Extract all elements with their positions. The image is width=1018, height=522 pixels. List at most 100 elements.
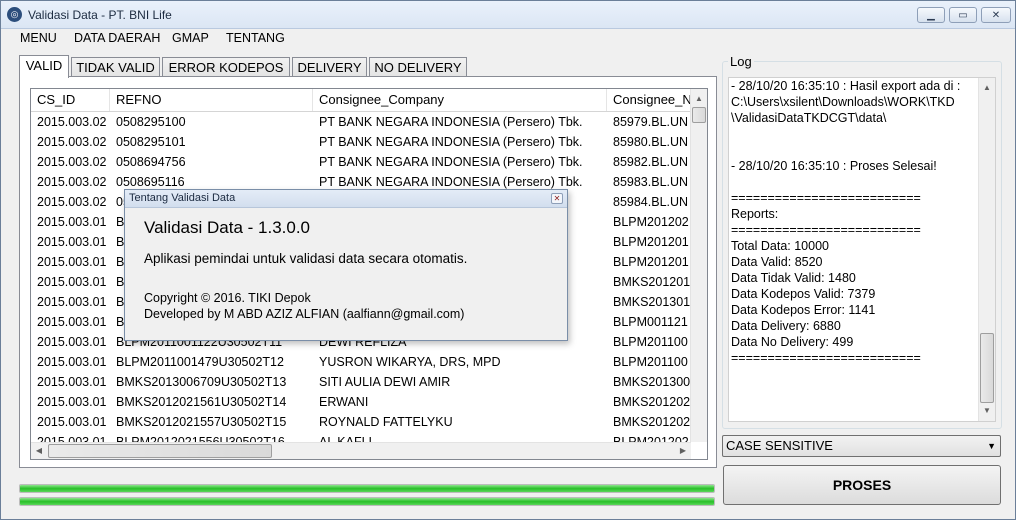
table-cell[interactable]: ROYNALD FATTELYKU	[313, 412, 607, 432]
table-cell[interactable]: PT BANK NEGARA INDONESIA (Persero) Tbk.	[313, 132, 607, 152]
table-cell[interactable]: AL KAFLI	[313, 432, 607, 442]
table-cell[interactable]: BLPM201100	[607, 352, 691, 372]
app-icon[interactable]: ◎	[7, 7, 22, 22]
table-cell[interactable]: 85979.BL.UN	[607, 112, 691, 132]
table-cell[interactable]: 85982.BL.UN	[607, 152, 691, 172]
table-cell[interactable]: YUSRON WIKARYA, DRS, MPD	[313, 352, 607, 372]
table-cell[interactable]: BMKS2012021561U30502T14	[110, 392, 313, 412]
table-cell[interactable]: BMKS201300	[607, 372, 691, 392]
table-cell[interactable]: BMKS201202	[607, 392, 691, 412]
table-cell[interactable]: BMKS2013006709U30502T13	[110, 372, 313, 392]
scroll-thumb[interactable]	[48, 444, 272, 458]
table-cell[interactable]: 85984.BL.UN	[607, 192, 691, 212]
table-cell[interactable]: 2015.003.01	[31, 332, 110, 352]
table-cell[interactable]: BLPM201202	[607, 212, 691, 232]
tab-tidak-valid[interactable]: TIDAK VALID	[71, 57, 160, 77]
scroll-up-icon[interactable]: ▲	[691, 91, 707, 107]
table-cell[interactable]: PT BANK NEGARA INDONESIA (Persero) Tbk.	[313, 152, 607, 172]
table-cell[interactable]: BLPM201201	[607, 232, 691, 252]
log-line: ==========================	[731, 223, 921, 237]
table-row[interactable]: 2015.003.02 0508295101 PT BANK NEGARA INDO…	[31, 132, 691, 152]
case-sensitive-select[interactable]: CASE SENSITIVE ▼	[722, 435, 1001, 457]
scroll-down-icon[interactable]: ▼	[979, 403, 995, 419]
table-cell[interactable]: BLPM2012021556U30502T16	[110, 432, 313, 442]
table-cell[interactable]: 2015.003.02	[31, 152, 110, 172]
table-cell[interactable]: ERWANI	[313, 392, 607, 412]
table-cell[interactable]: SITI AULIA DEWI AMIR	[313, 372, 607, 392]
table-cell[interactable]: BLPM2011001479U30502T12	[110, 352, 313, 372]
table-cell[interactable]: PT BANK NEGARA INDONESIA (Persero) Tbk.	[313, 112, 607, 132]
table-cell[interactable]: 2015.003.02	[31, 112, 110, 132]
table-row[interactable]: 2015.003.01 BMKS2012021561U30502T14 ERWANI…	[31, 392, 691, 412]
menu-gmap[interactable]: GMAP	[172, 31, 209, 45]
table-cell[interactable]: 2015.003.01	[31, 292, 110, 312]
column-header[interactable]: Consignee_N	[607, 89, 691, 111]
table-cell[interactable]: 2015.003.01	[31, 232, 110, 252]
tab-no-delivery[interactable]: NO DELIVERY	[369, 57, 467, 77]
table-cell[interactable]: 2015.003.01	[31, 312, 110, 332]
scroll-thumb[interactable]	[692, 107, 706, 123]
table-cell[interactable]: 0508295101	[110, 132, 313, 152]
menu-menu[interactable]: MENU	[20, 31, 57, 45]
maximize-icon[interactable]: ▭	[949, 7, 977, 23]
table-cell[interactable]: BLPM201202	[607, 432, 691, 442]
table-row[interactable]: 2015.003.02 0508694756 PT BANK NEGARA INDO…	[31, 152, 691, 172]
table-row[interactable]: 2015.003.01 BLPM2011001479U30502T12 YUSRON…	[31, 352, 691, 372]
log-vertical-scrollbar[interactable]: ▲ ▼	[978, 78, 995, 421]
table-row[interactable]: 2015.003.02 0508295100 PT BANK NEGARA INDO…	[31, 112, 691, 132]
close-icon[interactable]: ✕	[551, 193, 563, 204]
scroll-left-icon[interactable]: ◀	[31, 443, 47, 459]
table-cell[interactable]: 2015.003.02	[31, 192, 110, 212]
dropdown-arrow-icon[interactable]: ▼	[987, 436, 996, 456]
close-icon[interactable]: ✕	[981, 7, 1011, 23]
scroll-thumb[interactable]	[980, 333, 994, 403]
column-header[interactable]: REFNO	[110, 89, 313, 111]
title-bar[interactable]: ◎ Validasi Data - PT. BNI Life ▁ ▭ ✕	[1, 1, 1015, 29]
menu-data-daerah[interactable]: DATA DAERAH	[74, 31, 160, 45]
tab-delivery[interactable]: DELIVERY	[292, 57, 367, 77]
grid-horizontal-scrollbar[interactable]: ◀ ▶	[31, 442, 691, 459]
column-header[interactable]: Consignee_Company	[313, 89, 607, 111]
table-row[interactable]: 2015.003.01 BMKS2013006709U30502T13 SITI A…	[31, 372, 691, 392]
table-cell[interactable]: BLPM201100	[607, 332, 691, 352]
grid-vertical-scrollbar[interactable]: ▲	[690, 89, 707, 442]
table-cell[interactable]: 85983.BL.UN	[607, 172, 691, 192]
table-cell[interactable]: BMKS201202	[607, 412, 691, 432]
proses-button[interactable]: PROSES	[723, 465, 1001, 505]
table-cell[interactable]: 2015.003.01	[31, 212, 110, 232]
dialog-title-bar[interactable]: Tentang Validasi Data ✕	[125, 190, 567, 208]
table-cell[interactable]: 2015.003.02	[31, 172, 110, 192]
log-textbox[interactable]: - 28/10/20 16:35:10 : Hasil export ada d…	[728, 77, 996, 422]
table-cell[interactable]: BLPM001121	[607, 312, 691, 332]
table-cell[interactable]: 2015.003.01	[31, 412, 110, 432]
table-cell[interactable]: 2015.003.01	[31, 432, 110, 442]
column-header[interactable]: CS_ID	[31, 89, 110, 111]
table-cell[interactable]: BLPM201201	[607, 252, 691, 272]
table-cell[interactable]: 2015.003.01	[31, 392, 110, 412]
log-line: Data Kodepos Error: 1141	[731, 303, 876, 317]
minimize-icon[interactable]: ▁	[917, 7, 945, 23]
scroll-up-icon[interactable]: ▲	[979, 80, 995, 96]
menu-tentang[interactable]: TENTANG	[226, 31, 285, 45]
table-cell[interactable]: 2015.003.01	[31, 272, 110, 292]
table-cell[interactable]: BMKS201201	[607, 272, 691, 292]
progress-fill	[20, 485, 714, 492]
table-cell[interactable]: 2015.003.01	[31, 372, 110, 392]
table-cell[interactable]: 0508694756	[110, 152, 313, 172]
table-row[interactable]: 2015.003.01 BLPM2012021556U30502T16 AL KAF…	[31, 432, 691, 442]
table-cell[interactable]: BMKS2012021557U30502T15	[110, 412, 313, 432]
tab-error-kodepos[interactable]: ERROR KODEPOS	[162, 57, 290, 77]
scroll-right-icon[interactable]: ▶	[675, 443, 691, 459]
table-cell[interactable]: 2015.003.02	[31, 132, 110, 152]
table-cell[interactable]: 2015.003.01	[31, 252, 110, 272]
table-row[interactable]: 2015.003.01 BMKS2012021557U30502T15 ROYNAL…	[31, 412, 691, 432]
table-cell[interactable]: 2015.003.01	[31, 352, 110, 372]
tab-valid[interactable]: VALID	[19, 55, 69, 78]
table-cell[interactable]: 85980.BL.UN	[607, 132, 691, 152]
table-cell[interactable]: 0508295100	[110, 112, 313, 132]
table-cell[interactable]: BMKS201301	[607, 292, 691, 312]
dialog-title: Tentang Validasi Data	[129, 192, 236, 204]
